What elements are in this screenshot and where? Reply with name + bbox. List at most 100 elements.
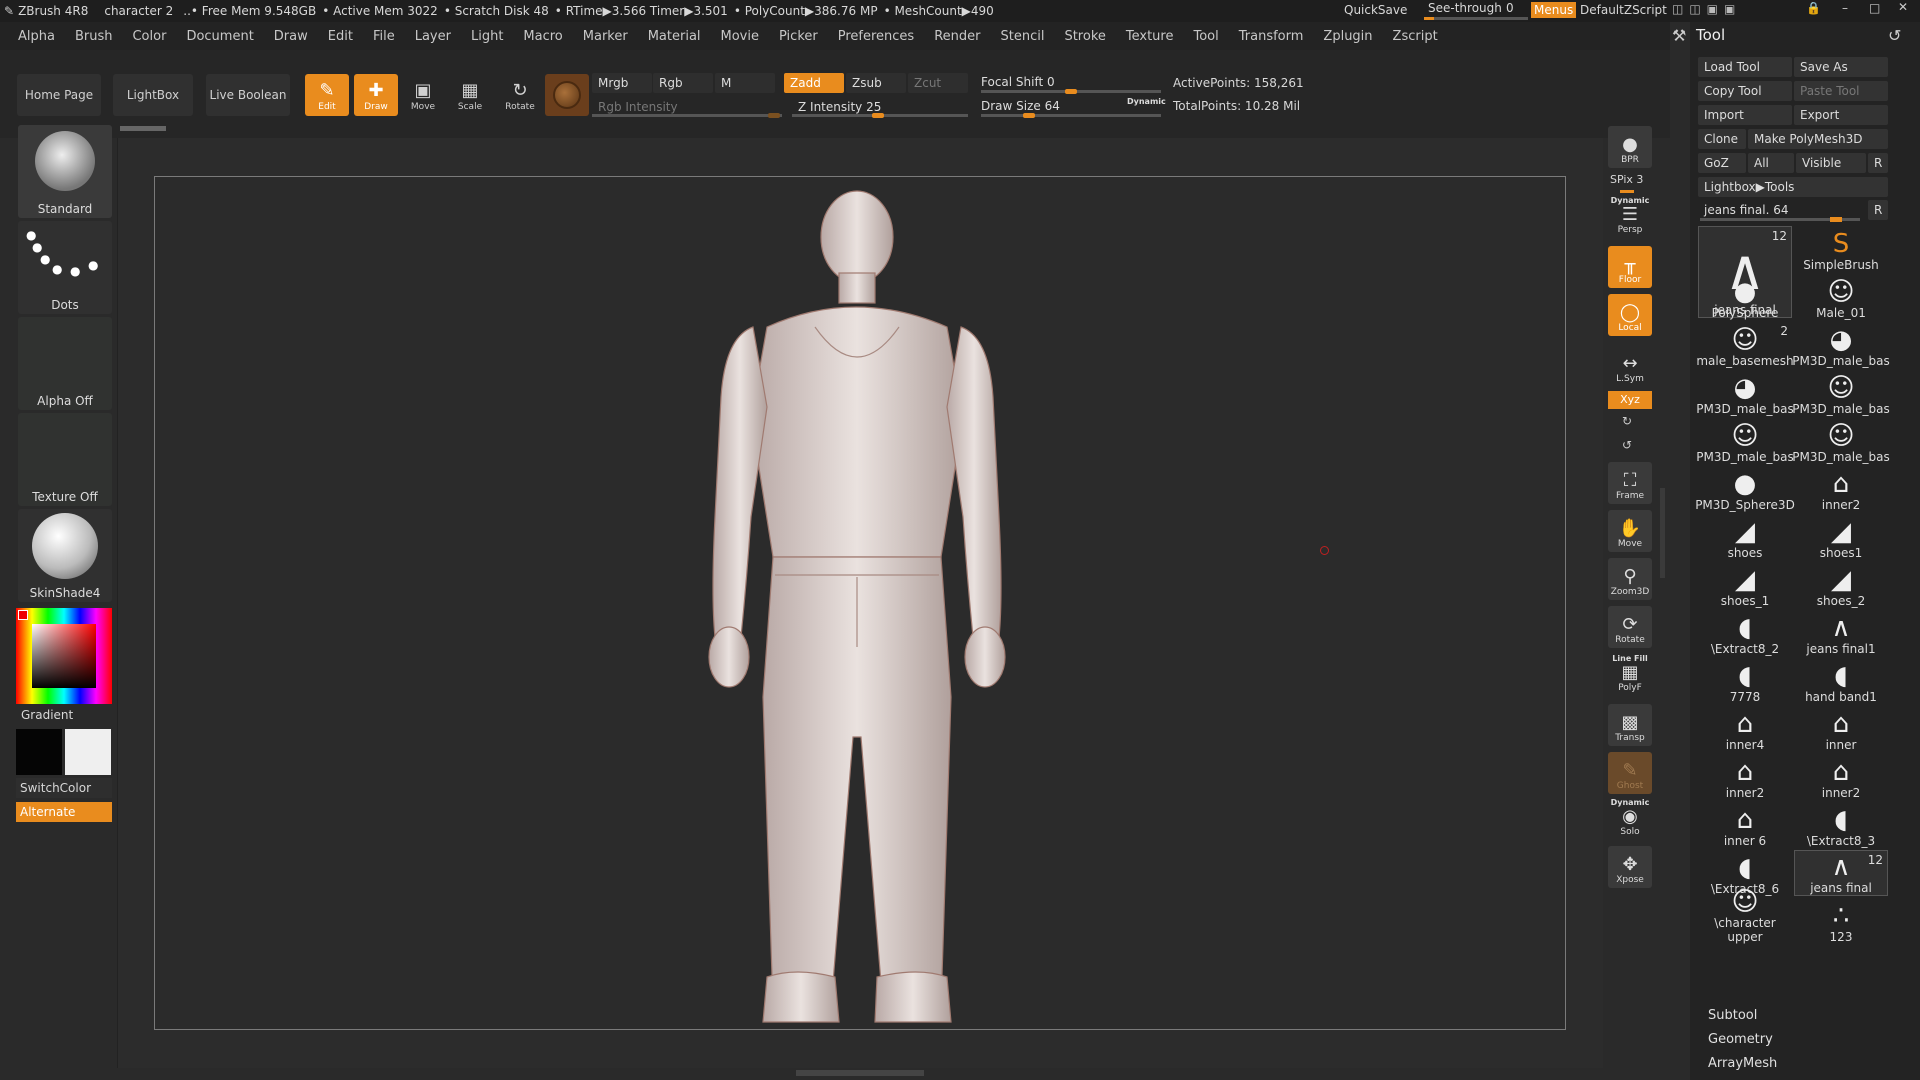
menu-texture[interactable]: Texture xyxy=(1116,29,1184,44)
tool-thumb[interactable]: ◢ shoes_2 xyxy=(1794,562,1888,608)
menu-preferences[interactable]: Preferences xyxy=(828,29,924,44)
tool-thumb[interactable]: ◕ PM3D_male_bas xyxy=(1696,370,1793,416)
right-shelf-splitter[interactable] xyxy=(1660,488,1665,578)
menu-transform[interactable]: Transform xyxy=(1229,29,1314,44)
z-intensity-slider[interactable] xyxy=(792,113,968,118)
lightbox-button[interactable]: LightBox xyxy=(113,74,193,116)
home-page-button[interactable]: Home Page xyxy=(17,74,101,116)
close-icon[interactable]: ✕ xyxy=(1898,0,1908,14)
menu-stroke[interactable]: Stroke xyxy=(1054,29,1115,44)
move-button[interactable]: ▣ Move xyxy=(403,74,443,116)
menus-button[interactable]: Menus xyxy=(1531,2,1577,18)
local-button[interactable]: ◯ Local xyxy=(1608,294,1652,336)
menu-render[interactable]: Render xyxy=(924,29,990,44)
rotate-y-icon[interactable]: ↻ xyxy=(1622,414,1632,428)
menu-layer[interactable]: Layer xyxy=(405,29,461,44)
mrgb-button[interactable]: Mrgb xyxy=(592,73,652,93)
import-button[interactable]: Import xyxy=(1698,105,1792,125)
tool-thumb[interactable]: ⌂ inner xyxy=(1794,706,1888,752)
tool-thumb[interactable]: ☺ PM3D_male_bas xyxy=(1792,370,1889,416)
live-boolean-button[interactable]: Live Boolean xyxy=(206,74,290,116)
see-through-slider[interactable] xyxy=(1424,17,1528,20)
spix-label[interactable]: SPix 3 xyxy=(1610,173,1643,186)
tool-thumb[interactable]: ⌂ inner2 xyxy=(1794,466,1888,512)
tool-thumb[interactable]: ☺ male_basemesh 2 xyxy=(1696,322,1793,368)
move-view-button[interactable]: ✋ Move xyxy=(1608,510,1652,552)
edit-button[interactable]: ✎ Edit xyxy=(305,74,349,116)
export-button[interactable]: Export xyxy=(1794,105,1888,125)
tool-thumb[interactable]: ☺ \character upper xyxy=(1698,888,1792,944)
frame-button[interactable]: ⛶ Frame xyxy=(1608,462,1652,504)
menu-zplugin[interactable]: Zplugin xyxy=(1313,29,1382,44)
tool-thumb[interactable]: ☺ PM3D_male_bas xyxy=(1792,418,1889,464)
tool-thumb[interactable]: ⌂ inner 6 xyxy=(1698,802,1792,848)
arraymesh-section[interactable]: ArrayMesh xyxy=(1708,1056,1777,1071)
lightbox-tools-button[interactable]: Lightbox▶Tools xyxy=(1698,177,1888,197)
primary-color-swatch[interactable] xyxy=(16,729,62,775)
geometry-section[interactable]: Geometry xyxy=(1708,1032,1773,1047)
tool-thumb[interactable]: ◖ \Extract8_3 xyxy=(1794,802,1888,848)
zsub-button[interactable]: Zsub xyxy=(846,73,906,93)
minimize-icon[interactable]: – xyxy=(1842,1,1848,15)
menu-material[interactable]: Material xyxy=(638,29,711,44)
polyf-button[interactable]: Line Fill ▦ PolyF xyxy=(1608,654,1652,696)
dynamic-label[interactable]: Dynamic xyxy=(1127,97,1166,106)
gradient-label[interactable]: Gradient xyxy=(21,708,73,722)
focal-shift-slider[interactable] xyxy=(981,89,1161,94)
menu-tool[interactable]: Tool xyxy=(1183,29,1228,44)
tool-thumb[interactable]: ◢ shoes_1 xyxy=(1698,562,1792,608)
tool-thumb[interactable]: ⌂ inner2 xyxy=(1794,754,1888,800)
tool-thumb[interactable]: ∧ jeans final1 xyxy=(1794,610,1888,656)
alpha-selector[interactable]: Alpha Off xyxy=(18,317,112,410)
load-tool-button[interactable]: Load Tool xyxy=(1698,57,1792,77)
rotate-view-button[interactable]: ⟳ Rotate xyxy=(1608,606,1652,648)
menu-stencil[interactable]: Stencil xyxy=(990,29,1054,44)
tool-panel-title[interactable]: Tool xyxy=(1696,26,1725,44)
color-picker-square[interactable] xyxy=(32,624,96,688)
tool-thumb[interactable]: ● PM3D_Sphere3D xyxy=(1695,466,1795,512)
rgb-button[interactable]: Rgb xyxy=(653,73,713,93)
zadd-button[interactable]: Zadd xyxy=(784,73,844,93)
bpr-button[interactable]: ● BPR xyxy=(1608,126,1652,168)
r-button[interactable]: R xyxy=(1868,153,1888,173)
menu-file[interactable]: File xyxy=(363,29,405,44)
visible-button[interactable]: Visible xyxy=(1796,153,1866,173)
bottom-scroll-handle[interactable] xyxy=(796,1070,924,1076)
see-through-label[interactable]: See-through xyxy=(1428,1,1502,15)
alternate-button[interactable]: Alternate xyxy=(16,802,112,822)
default-zscript-button[interactable]: DefaultZScript xyxy=(1580,3,1667,17)
material-sphere-button[interactable] xyxy=(545,74,589,116)
scale-button[interactable]: ▦ Scale xyxy=(450,74,490,116)
menu-alpha[interactable]: Alpha xyxy=(8,29,65,44)
lock-icon[interactable]: 🔒 xyxy=(1806,1,1821,15)
menu-draw[interactable]: Draw xyxy=(264,29,318,44)
menu-picker[interactable]: Picker xyxy=(769,29,828,44)
zoom3d-button[interactable]: ⚲ Zoom3D xyxy=(1608,558,1652,600)
document-canvas[interactable] xyxy=(154,176,1566,1030)
floor-button[interactable]: ╥ Floor xyxy=(1608,246,1652,288)
clone-button[interactable]: Clone xyxy=(1698,129,1746,149)
menu-color[interactable]: Color xyxy=(122,29,176,44)
brush-selector[interactable]: Standard xyxy=(18,125,112,218)
tool-thumb[interactable]: ● PolySphere xyxy=(1698,274,1792,320)
rotate-z-icon[interactable]: ↺ xyxy=(1622,438,1632,452)
menu-macro[interactable]: Macro xyxy=(513,29,572,44)
rotate-button[interactable]: ↻ Rotate xyxy=(500,74,540,116)
secondary-color-swatch[interactable] xyxy=(65,729,111,775)
transp-button[interactable]: ▩ Transp xyxy=(1608,704,1652,746)
menu-zscript[interactable]: Zscript xyxy=(1383,29,1448,44)
ghost-button[interactable]: ✎ Ghost xyxy=(1608,752,1652,794)
draw-size-slider[interactable] xyxy=(981,113,1161,118)
copy-tool-button[interactable]: Copy Tool xyxy=(1698,81,1792,101)
menu-light[interactable]: Light xyxy=(461,29,513,44)
tool-thumb[interactable]: ⌂ inner2 xyxy=(1698,754,1792,800)
material-selector[interactable]: SkinShade4 xyxy=(18,509,112,602)
tool-thumb[interactable]: ◕ PM3D_male_bas xyxy=(1792,322,1889,368)
panel-reset-icon[interactable]: ↺ xyxy=(1888,26,1901,45)
color-picker[interactable] xyxy=(16,608,112,704)
zcut-button[interactable]: Zcut xyxy=(908,73,968,93)
tool-thumb[interactable]: ◢ shoes1 xyxy=(1794,514,1888,560)
m-button[interactable]: M xyxy=(715,73,775,93)
tool-thumb[interactable]: ☺ Male_01 xyxy=(1794,274,1888,320)
save-as-button[interactable]: Save As xyxy=(1794,57,1888,77)
